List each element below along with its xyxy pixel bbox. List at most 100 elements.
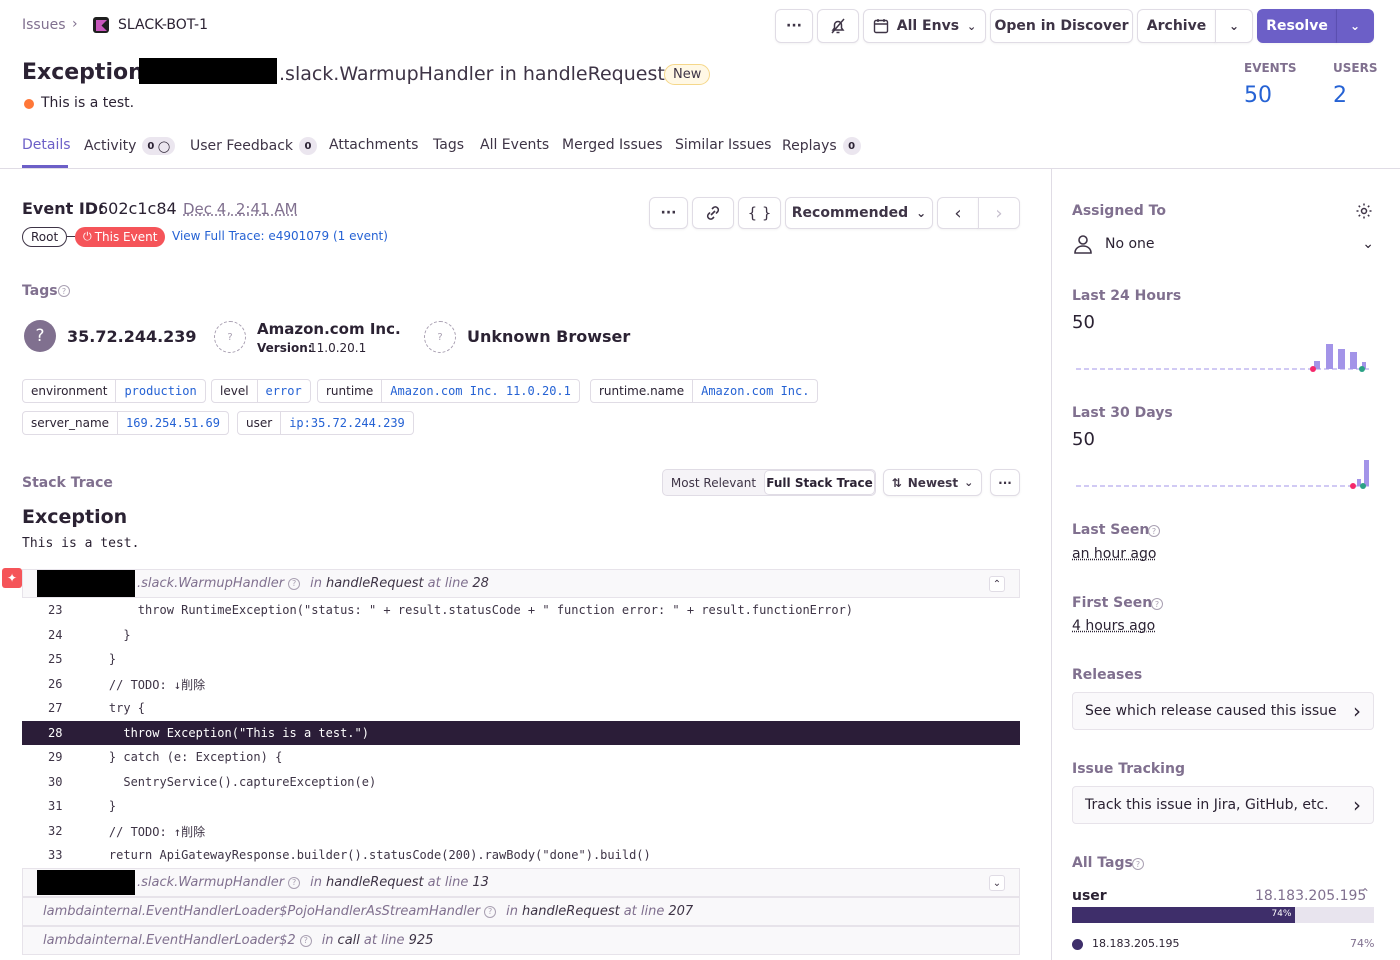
most-relevant-button[interactable]: Most Relevant [663, 470, 764, 495]
archive-dropdown-button[interactable]: ⌄ [1215, 9, 1253, 43]
releases-link[interactable]: See which release caused this issue › [1072, 692, 1374, 730]
breadcrumb-project[interactable]: SLACK-BOT-1 [118, 17, 208, 33]
help-icon[interactable]: ? [299, 934, 312, 947]
new-badge: New [664, 64, 711, 85]
recommended-event-selector[interactable]: Recommended ⌄ [785, 197, 933, 229]
chevron-up-icon[interactable]: ⌃ [1360, 886, 1370, 900]
events-count[interactable]: 50 [1244, 83, 1272, 108]
help-icon[interactable]: ? [1148, 525, 1160, 537]
gear-icon[interactable] [1355, 202, 1373, 224]
code-line: 31 } [48, 799, 117, 813]
tag-distribution-bar[interactable]: 74% [1072, 907, 1374, 923]
tags-title: Tags [22, 283, 58, 299]
kotlin-icon [93, 17, 109, 33]
issue-tracking-label: Issue Tracking [1072, 761, 1185, 777]
frame-function: handleRequest [325, 875, 424, 890]
frame-at-line: at line [427, 875, 469, 890]
tab-replays[interactable]: Replays 0 [782, 137, 861, 155]
chevron-right-icon: › [1353, 699, 1361, 723]
help-icon[interactable]: ? [288, 876, 301, 889]
assignee-value: No one [1105, 236, 1155, 252]
expand-frame-button[interactable]: ⌄ [989, 875, 1005, 891]
stack-frame-3[interactable]: lambdainternal.EventHandlerLoader$PojoHa… [22, 897, 1020, 926]
collapse-frame-button[interactable]: ⌃ [989, 576, 1005, 592]
sort-order-selector[interactable]: ⇅ Newest ⌄ [883, 469, 982, 496]
tag-runtime-name[interactable]: runtime.name Amazon.com Inc. [590, 379, 819, 403]
all-tags-label: All Tags [1072, 855, 1133, 871]
last-seen-marker [1359, 366, 1365, 372]
chevron-up-icon: ⌃ [992, 578, 1002, 590]
frame-in: in [310, 576, 322, 591]
help-icon[interactable]: ? [1132, 858, 1144, 870]
issue-message: This is a test. [41, 95, 135, 111]
issue-tracking-link[interactable]: Track this issue in Jira, GitHub, etc. › [1072, 786, 1374, 824]
last-seen-marker [1360, 483, 1366, 489]
tag-runtime[interactable]: runtime Amazon.com Inc. 11.0.20.1 [317, 379, 580, 403]
stack-more-button[interactable]: ··· [990, 469, 1020, 496]
previous-event-button[interactable]: ‹ [937, 197, 979, 229]
tabs-divider [0, 168, 1400, 169]
frame-line-number: 925 [408, 933, 434, 948]
spark-bar [1364, 460, 1369, 486]
stack-frame-1[interactable]: .slack.WarmupHandler? in handleRequest a… [22, 569, 1020, 598]
assignee-selector[interactable]: No one ⌄ [1072, 232, 1374, 256]
first-seen-value[interactable]: 4 hours ago [1072, 618, 1155, 634]
events-label: EVENTS [1244, 61, 1297, 75]
frame-in: in [321, 933, 334, 948]
code-line: 25 } [48, 652, 117, 666]
breadcrumb-issues[interactable]: Issues [22, 17, 66, 33]
bell-slash-icon [831, 18, 845, 34]
view-full-trace-link[interactable]: View Full Trace: e4901079 (1 event) [172, 229, 388, 243]
help-icon[interactable]: ? [288, 577, 301, 590]
redacted-block [139, 58, 277, 84]
chevron-down-icon: ⌄ [992, 877, 1002, 889]
last-30-days-sparkline [1076, 460, 1372, 489]
browser-unknown-icon: ? [424, 321, 456, 353]
frame-at-line: at line [363, 933, 405, 948]
users-count[interactable]: 2 [1333, 83, 1347, 108]
error-level-dot [24, 99, 34, 109]
help-icon[interactable]: ? [484, 905, 497, 918]
stack-frame-4[interactable]: lambdainternal.EventHandlerLoader$2? in … [22, 926, 1020, 955]
resolve-dropdown-button[interactable]: ⌄ [1336, 9, 1374, 43]
stack-frame-2[interactable]: .slack.WarmupHandler? in handleRequest a… [22, 868, 1020, 897]
tab-all-events[interactable]: All Events [480, 137, 549, 153]
next-event-button[interactable]: › [978, 197, 1020, 229]
json-button[interactable]: { } [738, 197, 781, 229]
environment-selector[interactable]: All Envs ⌄ [863, 9, 986, 43]
frame-module: lambdainternal.EventHandlerLoader$PojoHa… [43, 904, 481, 919]
tab-details[interactable]: Details [22, 137, 71, 153]
tab-user-feedback[interactable]: User Feedback 0 [190, 137, 318, 155]
more-actions-button[interactable]: ··· [775, 9, 813, 43]
event-id-label: Event ID: [22, 199, 105, 218]
more-icon: ··· [660, 205, 677, 221]
mute-button[interactable] [817, 9, 859, 43]
tab-attachments[interactable]: Attachments [329, 137, 418, 153]
last-seen-value[interactable]: an hour ago [1072, 546, 1156, 562]
event-date[interactable]: Dec 4, 2:41 AM [183, 200, 298, 218]
help-icon[interactable]: ? [1151, 598, 1163, 610]
copy-link-button[interactable] [692, 197, 734, 229]
help-icon[interactable]: ? [58, 285, 70, 297]
open-in-discover-button[interactable]: Open in Discover [990, 9, 1133, 43]
tag-level[interactable]: level error [211, 379, 311, 403]
tab-tags[interactable]: Tags [433, 137, 464, 153]
tab-activity[interactable]: Activity 0 ◯ [84, 137, 176, 155]
trace-this-event-pill[interactable]: ⏻ This Event [75, 227, 166, 247]
full-stack-trace-button[interactable]: Full Stack Trace [764, 470, 875, 495]
tag-server-name[interactable]: server_name 169.254.51.69 [22, 411, 229, 435]
chevron-down-icon: ⌄ [1362, 236, 1374, 252]
tag-environment[interactable]: environment production [22, 379, 206, 403]
tag-value-item[interactable]: 18.183.205.195 [1092, 937, 1179, 950]
tag-user[interactable]: user ip:35.72.244.239 [237, 411, 414, 435]
user-unknown-icon: ? [24, 320, 56, 352]
resolve-button[interactable]: Resolve [1257, 9, 1337, 43]
event-more-button[interactable]: ··· [649, 197, 688, 229]
trace-root-pill[interactable]: Root [22, 227, 68, 247]
code-line: 29 } catch (e: Exception) { [48, 750, 283, 764]
tab-merged-issues[interactable]: Merged Issues [562, 137, 663, 153]
tab-similar-issues[interactable]: Similar Issues [675, 137, 771, 153]
tag-value-pct: 74% [1350, 937, 1375, 950]
first-seen-marker [1350, 483, 1356, 489]
archive-button[interactable]: Archive [1137, 9, 1216, 43]
